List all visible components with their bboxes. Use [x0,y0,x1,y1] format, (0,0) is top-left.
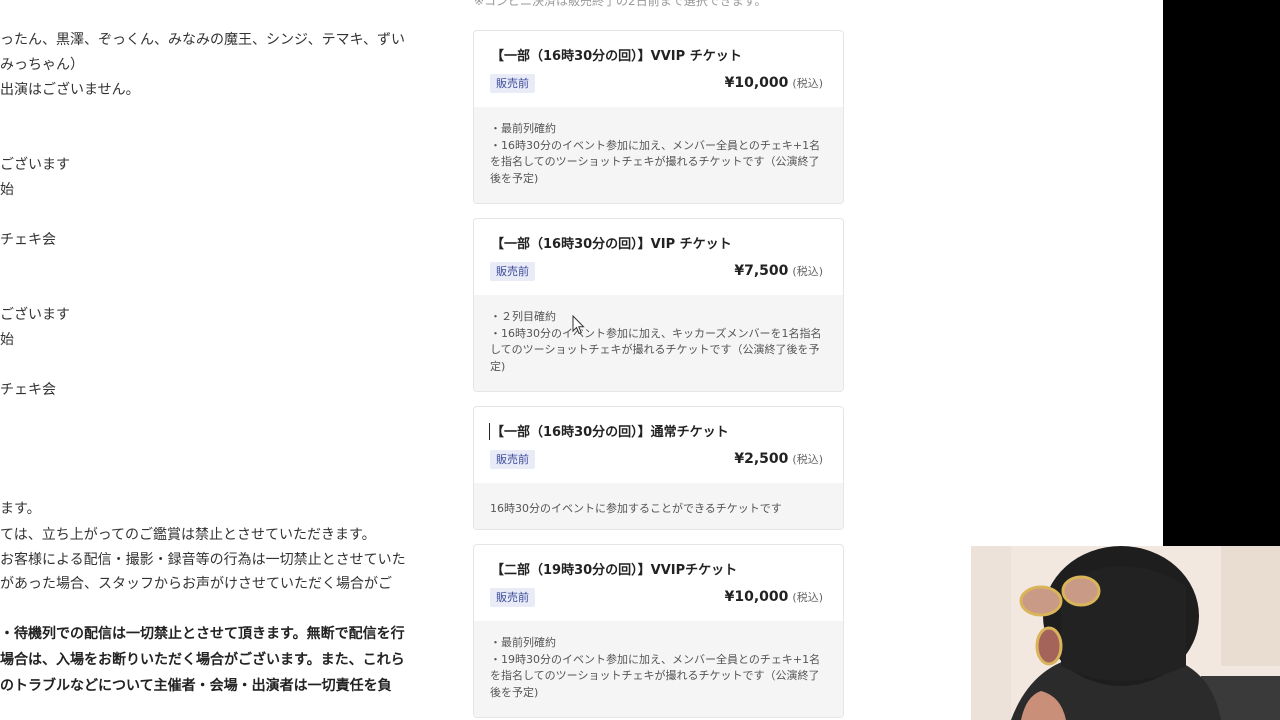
ticket-title: 【一部（16時30分の回）】VVIP チケット [491,49,742,64]
desc-line: お客様による配信・撮影・録音等の行為は一切禁止とさせていた [0,552,406,568]
desc-line: してのツーショットチェキが撮れるチケットです（公演終了後を予 [490,343,820,356]
desc-line: ・16時30分のイベント参加に加え、メンバー全員とのチェキ+1名 [490,138,821,152]
desc-line: ございます [0,307,70,323]
ticket-price: ¥2,500 (税込) [734,448,823,467]
desc-line: 16時30分のイベントに参加することができるチケットです [490,502,782,515]
desc-line: ては、立ち上がってのご鑑賞は禁止とさせていただきます。 [0,527,376,543]
desc-line: ・２列目確約 [490,310,556,323]
ticket-card[interactable]: 【一部（16時30分の回）】VIP チケット 販売前 ¥7,500 (税込) ・２… [473,218,844,392]
desc-line: 始 [0,332,14,348]
status-badge: 販売前 [490,588,535,607]
price-value: ¥2,500 [734,451,789,467]
ticket-price: ¥7,500 (税込) [734,260,823,279]
ticket-price: ¥10,000 (税込) [725,72,823,91]
status-badge: 販売前 [490,74,535,93]
status-badge: 販売前 [490,450,535,469]
tax-label: (税込) [792,265,823,278]
ticket-card[interactable]: 【一部（16時30分の回）】VVIP チケット 販売前 ¥10,000 (税込) … [473,30,844,204]
desc-line: 後を予定) [490,171,539,185]
desc-line: ったん、黒澤、ぞっくん、みなみの魔王、シンジ、テマキ、ずい [0,32,406,48]
desc-line: を指名してのツーショットチェキが撮れるチケットです（公演終了 [490,669,820,682]
price-value: ¥10,000 [724,75,789,91]
tax-label: (税込) [792,77,823,90]
desc-line: ・16時30分のイベント参加に加え、キッカーズメンバーを1名指名 [490,326,822,340]
mouse-cursor-icon [572,315,585,335]
warning-line: ・待機列での配信は一切禁止とさせて頂きます。無断で配信を行 [0,626,405,642]
desc-line: 出演はございません。 [0,82,140,98]
event-description: ったん、黒澤、ぞっくん、みなみの魔王、シンジ、テマキ、ずい みっちゃん） 出演は… [0,0,440,720]
desc-line: ます。 [0,501,41,517]
desc-line: チェキ会 [0,232,56,248]
desc-line: を指名してのツーショットチェキが撮れるチケットです（公演終了 [490,155,820,168]
ticket-description: ・最前列確約 ・19時30分のイベント参加に加え、メンバー全員とのチェキ+1名 … [474,621,843,717]
ticket-description: 16時30分のイベントに参加することができるチケットです [474,483,843,529]
warning-line: 場合は、入場をお断りいただく場合がございます。また、これら [0,652,405,668]
price-value: ¥10,000 [724,589,789,605]
ticket-card[interactable]: 【二部（19時30分の回）】VVIPチケット 販売前 ¥10,000 (税込) ・… [473,544,844,718]
webcam-overlay [971,546,1280,720]
desc-line: みっちゃん） [0,57,84,73]
desc-line: ・最前列確約 [490,122,556,135]
payment-notice: ※コンビニ決済は販売終了の2日前まで選択できます。 [474,0,767,8]
ticket-card[interactable]: 【一部（16時30分の回）】通常チケット 販売前 ¥2,500 (税込) 16時3… [473,406,844,530]
tax-label: (税込) [792,453,823,466]
price-value: ¥7,500 [734,263,789,279]
text-caret [489,423,490,440]
desc-line: ・19時30分のイベント参加に加え、メンバー全員とのチェキ+1名 [490,652,821,666]
video-letterbox [1163,0,1280,546]
ticket-title: 【二部（19時30分の回）】VVIPチケット [491,563,738,578]
status-badge: 販売前 [490,262,535,281]
desc-line: ございます [0,157,70,173]
desc-line: があった場合、スタッフからお声がけさせていただく場合がご [0,576,392,592]
desc-line: チェキ会 [0,382,56,398]
ticket-title: 【一部（16時30分の回）】通常チケット [491,425,729,440]
webcam-person-image [971,546,1280,720]
ticket-description: ・最前列確約 ・16時30分のイベント参加に加え、メンバー全員とのチェキ+1名 … [474,107,843,203]
desc-line: 始 [0,182,14,198]
ticket-price: ¥10,000 (税込) [725,586,823,605]
tax-label: (税込) [792,591,823,604]
desc-line: ・最前列確約 [490,636,556,649]
desc-line: 後を予定) [490,685,539,699]
ticket-title: 【一部（16時30分の回）】VIP チケット [491,237,732,252]
desc-line: 定) [490,359,506,373]
ticket-description: ・２列目確約 ・16時30分のイベント参加に加え、キッカーズメンバーを1名指名 … [474,295,843,391]
warning-line: のトラブルなどについて主催者・会場・出演者は一切責任を負 [0,678,392,694]
